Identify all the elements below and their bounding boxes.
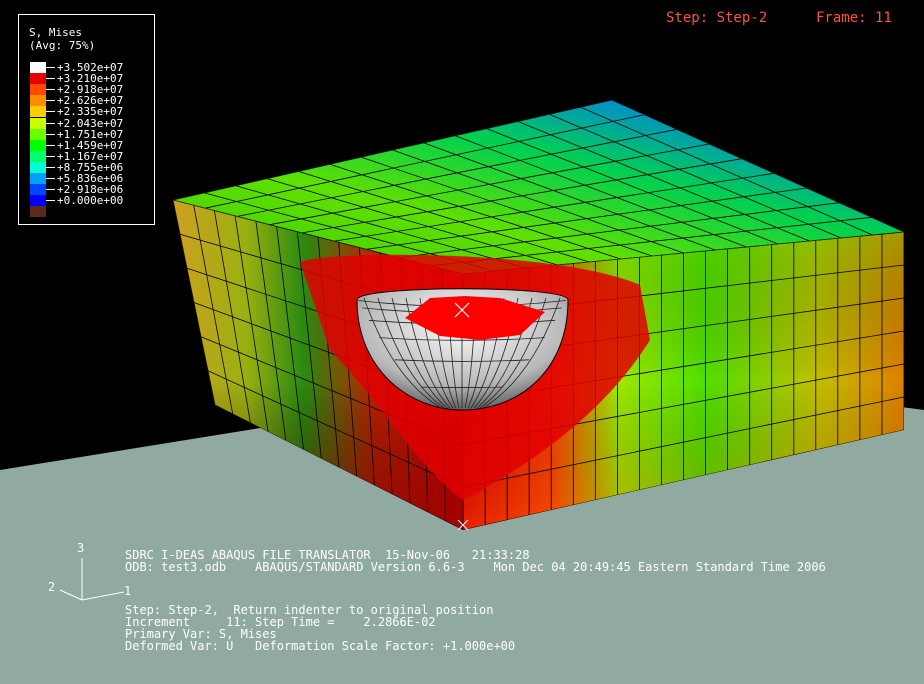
legend-tick [46, 200, 55, 202]
step-label: Step: Step-2 [666, 10, 768, 26]
deformed-var-info: Deformed Var: U Deformation Scale Factor… [125, 639, 516, 653]
legend-swatch [30, 95, 46, 107]
legend-swatch [30, 128, 46, 140]
triad-y-label: 2 [48, 580, 56, 594]
legend-tick [46, 155, 55, 157]
legend-swatch [30, 106, 46, 118]
legend-swatch [30, 195, 46, 207]
legend-swatch [30, 73, 46, 85]
legend-tick [46, 122, 55, 124]
frame-label: Frame: 11 [816, 10, 892, 26]
legend-swatch [30, 139, 46, 151]
legend-swatch [30, 84, 46, 96]
legend-tick [46, 166, 55, 168]
legend-tick [46, 144, 55, 146]
legend-swatch [30, 184, 46, 196]
triad-z-label: 3 [77, 541, 85, 555]
legend-tick [46, 178, 55, 179]
legend-subtitle: (Avg: 75%) [29, 39, 96, 52]
legend-tick [46, 67, 55, 68]
legend-level-label: +2.043e+07 [57, 116, 124, 130]
legend-swatch [30, 173, 46, 184]
legend-level-label: +1.751e+07 [57, 127, 124, 141]
legend-title: S, Mises [29, 26, 82, 39]
legend-tick [46, 100, 55, 102]
legend-swatch [30, 62, 46, 73]
triad-x-label: 1 [124, 584, 132, 598]
legend-tick [46, 189, 55, 191]
legend-tick [46, 111, 55, 113]
legend-swatch-min [30, 206, 46, 218]
legend-level-label: +0.000e+00 [57, 194, 124, 208]
odb-info: ODB: test3.odb ABAQUS/STANDARD Version 6… [125, 560, 826, 574]
legend-swatch [30, 161, 46, 173]
legend-tick [46, 89, 55, 91]
contour-legend: S, Mises (Avg: 75%) +3.502e+07 +3.210e+07… [18, 14, 155, 225]
legend-level-label: +2.335e+07 [57, 105, 124, 119]
legend-tick [46, 78, 55, 80]
legend-swatch [30, 150, 46, 162]
legend-tick [46, 133, 55, 135]
legend-swatch [30, 117, 46, 129]
